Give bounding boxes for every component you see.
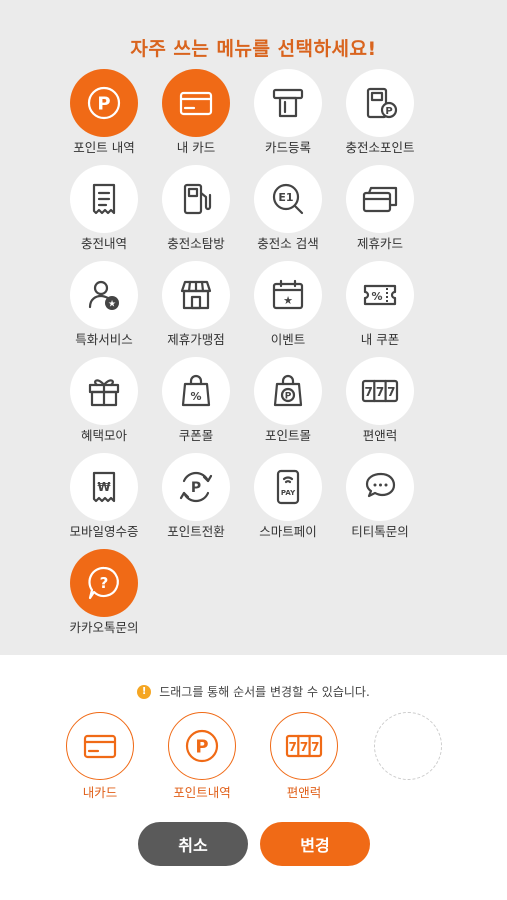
store-icon — [162, 261, 230, 329]
slot-777-icon: 777 — [346, 357, 414, 425]
receipt-icon — [70, 165, 138, 233]
chat-bubble-icon — [346, 453, 414, 521]
favorite-item[interactable]: 7 7 7 편앤럭 — [270, 712, 340, 802]
change-button[interactable]: 변경 — [260, 822, 370, 866]
svg-text:7: 7 — [289, 740, 297, 754]
menu-selection-panel: 자주 쓰는 메뉴를 선택하세요! P 포인트 내역 내 카드 카드등록 P 충전소포인트 충… — [0, 0, 507, 655]
svg-text:7: 7 — [376, 385, 384, 399]
menu-item-label: 제휴카드 — [356, 236, 403, 251]
menu-item-label: 편앤럭 — [362, 428, 398, 443]
svg-text:7: 7 — [387, 385, 395, 399]
station-point-icon: P — [346, 69, 414, 137]
svg-text:PAY: PAY — [281, 489, 296, 497]
favorite-item-label: 편앤럭 — [286, 785, 322, 800]
svg-text:★: ★ — [108, 300, 116, 310]
svg-text:P: P — [97, 94, 110, 115]
user-star-icon: ★ — [70, 261, 138, 329]
bag-percent-icon: % — [162, 357, 230, 425]
menu-item[interactable]: % 내 쿠폰 — [346, 261, 438, 357]
svg-text:P: P — [285, 392, 292, 402]
point-exchange-icon: P — [162, 453, 230, 521]
svg-text:P: P — [191, 480, 201, 496]
favorite-item[interactable]: 내카드 — [66, 712, 136, 802]
svg-text:E1: E1 — [278, 191, 293, 204]
slot-777-icon: 777 — [270, 712, 338, 780]
favorite-item[interactable]: P 포인트내역 — [168, 712, 238, 802]
menu-item-label: 카카오톡문의 — [69, 620, 139, 635]
favorite-item-label: 포인트내역 — [173, 785, 231, 800]
coupon-icon: % — [346, 261, 414, 329]
mobile-receipt-icon: ₩ — [70, 453, 138, 521]
svg-text:₩: ₩ — [97, 480, 111, 494]
cancel-button[interactable]: 취소 — [138, 822, 248, 866]
svg-text:P: P — [385, 106, 392, 117]
empty-favorite-slot[interactable] — [374, 712, 442, 780]
kakao-question-icon: ? — [70, 549, 138, 617]
page-title: 자주 쓰는 메뉴를 선택하세요! — [130, 38, 377, 60]
card-icon — [162, 69, 230, 137]
svg-text:?: ? — [100, 574, 109, 592]
svg-text:7: 7 — [365, 385, 373, 399]
menu-item[interactable]: 티티톡문의 — [346, 453, 438, 549]
menu-item-label: 티티톡문의 — [351, 524, 409, 539]
calendar-star-icon: ★ — [254, 261, 322, 329]
svg-text:7: 7 — [311, 740, 319, 754]
smart-pay-icon: PAY — [254, 453, 322, 521]
point-p-icon: P — [70, 69, 138, 137]
point-p-icon: P — [168, 712, 236, 780]
cards-icon — [346, 165, 414, 233]
svg-text:P: P — [195, 737, 208, 758]
menu-item[interactable]: 7 7 7 편앤럭 — [346, 357, 438, 453]
svg-text:%: % — [190, 390, 201, 403]
menu-item[interactable]: 제휴카드 — [346, 165, 438, 261]
svg-text:%: % — [371, 290, 382, 303]
fuel-pump-icon — [162, 165, 230, 233]
bag-p-icon: P — [254, 357, 322, 425]
warning-icon: ! — [137, 684, 152, 699]
drag-hint: ! 드래그를 통해 순서를 변경할 수 있습니다. — [0, 683, 507, 700]
card-icon — [66, 712, 134, 780]
favorite-item-label: 내카드 — [82, 785, 118, 800]
menu-item[interactable]: ? 카카오톡문의 — [69, 549, 162, 645]
menu-item-label: 내 쿠폰 — [360, 332, 400, 347]
gift-icon — [70, 357, 138, 425]
drag-hint-text: 드래그를 통해 순서를 변경할 수 있습니다. — [159, 685, 370, 699]
svg-text:★: ★ — [283, 294, 293, 307]
card-register-icon — [254, 69, 322, 137]
e1-search-icon: E1 — [254, 165, 322, 233]
menu-item-label: 충전소포인트 — [345, 140, 415, 155]
svg-text:7: 7 — [300, 740, 308, 754]
menu-item[interactable]: P 충전소포인트 — [345, 69, 438, 165]
